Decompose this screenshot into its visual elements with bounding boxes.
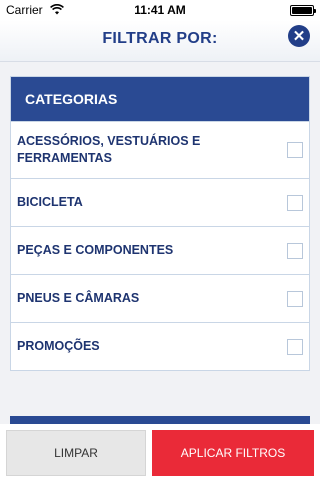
checkbox[interactable] bbox=[287, 194, 303, 211]
list-item-label: ACESSÓRIOS, VESTUÁRIOS E FERRAMENTAS bbox=[17, 134, 201, 165]
battery-icon bbox=[290, 5, 316, 16]
list-item-pneus[interactable]: PNEUS E CÂMARAS bbox=[11, 274, 309, 322]
status-bar: Carrier 11:41 AM bbox=[0, 0, 320, 20]
checkbox[interactable] bbox=[287, 290, 303, 307]
checkbox[interactable] bbox=[287, 142, 303, 158]
filter-content[interactable]: CATEGORIAS ACESSÓRIOS, VESTUÁRIOS E FERR… bbox=[0, 62, 320, 426]
categories-title: CATEGORIAS bbox=[25, 91, 118, 107]
list-item-label: PNEUS E CÂMARAS bbox=[17, 291, 140, 305]
close-icon: ✕ bbox=[292, 27, 306, 45]
list-item-bicicleta[interactable]: BICICLETA bbox=[11, 178, 309, 226]
list-item-pecas[interactable]: PEÇAS E COMPONENTES bbox=[11, 226, 309, 274]
apply-filters-button[interactable]: APLICAR FILTROS bbox=[152, 430, 314, 476]
list-item-promocoes[interactable]: PROMOÇÕES bbox=[11, 322, 309, 370]
close-button[interactable]: ✕ bbox=[288, 25, 310, 47]
clear-button-label: LIMPAR bbox=[54, 446, 98, 460]
list-item-label: PEÇAS E COMPONENTES bbox=[17, 243, 174, 257]
categories-panel: CATEGORIAS ACESSÓRIOS, VESTUÁRIOS E FERR… bbox=[10, 76, 310, 371]
list-item-label: BICICLETA bbox=[17, 195, 83, 209]
apply-button-label: APLICAR FILTROS bbox=[180, 446, 286, 460]
categories-panel-header[interactable]: CATEGORIAS bbox=[11, 77, 309, 121]
clear-button[interactable]: LIMPAR bbox=[6, 430, 146, 476]
list-item-acessorios[interactable]: ACESSÓRIOS, VESTUÁRIOS E FERRAMENTAS bbox=[11, 121, 309, 178]
list-item-label: PROMOÇÕES bbox=[17, 339, 100, 353]
action-bar: LIMPAR APLICAR FILTROS bbox=[0, 424, 320, 480]
checkbox[interactable] bbox=[287, 338, 303, 355]
page-title: FILTRAR POR: bbox=[102, 30, 218, 47]
filter-header: FILTRAR POR: ✕ bbox=[0, 20, 320, 62]
checkbox[interactable] bbox=[287, 242, 303, 259]
status-time: 11:41 AM bbox=[134, 3, 186, 17]
